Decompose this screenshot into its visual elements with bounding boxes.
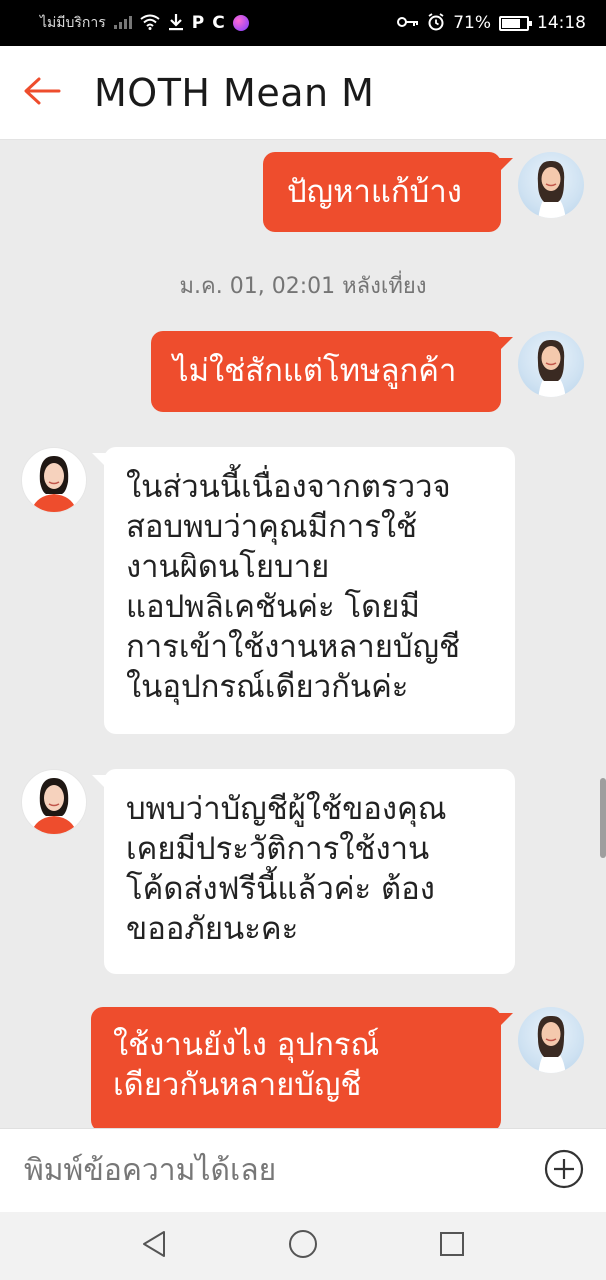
page-title: MOTH Mean M <box>94 70 375 115</box>
agent-avatar-image <box>31 456 77 512</box>
user-avatar-image <box>537 160 566 218</box>
message-text-line: ในอุปกรณ์เดียวกันค่ะ <box>126 669 409 705</box>
p-app-icon: P <box>191 12 205 33</box>
message-text-line: ปัญหาแก้บ้าง <box>287 174 462 210</box>
nav-recents-button[interactable] <box>422 1216 482 1276</box>
message-text-line: โค้ดส่งฟรีนี้แล้วค่ะ ต้อง <box>126 871 435 907</box>
message-text-line: ไม่ใช่สักแต่โทษลูกค้า <box>173 353 457 389</box>
agent-avatar-image <box>31 778 77 834</box>
back-button[interactable] <box>0 46 84 140</box>
message-text-line: ในส่วนนี้เนื่องจากตรววจ <box>126 469 451 505</box>
status-left: ไม่มีบริการ P C <box>40 12 249 34</box>
agent-avatar[interactable] <box>21 447 87 513</box>
user-avatar-image <box>537 1015 566 1073</box>
message-input[interactable] <box>22 1152 522 1189</box>
message-composer <box>0 1128 606 1212</box>
alarm-icon <box>427 12 445 34</box>
status-bar: ไม่มีบริการ P C 71% 14:18 <box>0 0 606 46</box>
message-text-line: เดียวกันหลายบัญชี <box>113 1067 362 1103</box>
battery-percent: 71% <box>453 13 491 33</box>
message-bubble-outgoing[interactable]: ปัญหาแก้บ้าง <box>263 152 513 232</box>
add-attachment-button[interactable] <box>522 1129 606 1213</box>
user-avatar[interactable] <box>518 331 584 397</box>
app-badge-icon <box>232 15 249 31</box>
nav-back-button[interactable] <box>124 1216 184 1276</box>
battery-icon <box>499 15 532 31</box>
user-avatar-image <box>537 339 566 397</box>
message-list[interactable]: ปัญหาแก้บ้าง ม.ค. 01, 02:01 หลังเที่ยง ไ… <box>0 140 606 1128</box>
battery-fill <box>502 18 521 28</box>
message-bubble-outgoing[interactable]: ใช้งานยังไง อุปกรณ์ เดียวกันหลายบัญชี <box>91 1007 513 1128</box>
plus-circle-icon <box>544 1149 584 1193</box>
message-text-line: ขออภัยนะคะ <box>126 911 299 947</box>
clock: 14:18 <box>537 13 586 33</box>
wifi-icon <box>140 14 160 33</box>
message-bubble-incoming[interactable]: บพบว่าบัญชีผู้ใช้ของคุณ เคยมีประวัติการใ… <box>92 769 515 974</box>
carrier-label: ไม่มีบริการ <box>40 15 106 31</box>
message-text-line: แอปพลิเคชันค่ะ โดยมี <box>126 589 420 625</box>
recents-square-icon <box>439 1231 465 1261</box>
key-icon <box>397 15 419 31</box>
message-text-line: สอบพบว่าคุณมีการใช้ <box>126 509 418 545</box>
scrollbar-thumb[interactable] <box>600 778 606 858</box>
chat-header: MOTH Mean M <box>0 46 606 140</box>
back-arrow-icon <box>23 76 61 110</box>
message-text-line: บพบว่าบัญชีผู้ใช้ของคุณ <box>126 791 447 827</box>
agent-avatar[interactable] <box>21 769 87 835</box>
chat-screen: ไม่มีบริการ P C 71% 14:18 MOTH Mean M ปั… <box>0 0 606 1280</box>
message-text-line: การเข้าใช้งานหลายบัญชี <box>126 629 461 665</box>
message-bubble-incoming[interactable]: ในส่วนนี้เนื่องจากตรววจ สอบพบว่าคุณมีการ… <box>92 447 515 734</box>
home-circle-icon <box>288 1229 318 1263</box>
download-icon <box>168 13 184 34</box>
message-bubble-outgoing[interactable]: ไม่ใช่สักแต่โทษลูกค้า <box>151 331 513 412</box>
message-text-line: ใช้งานยังไง อุปกรณ์ <box>113 1027 380 1063</box>
user-avatar[interactable] <box>518 1007 584 1073</box>
message-text-line: งานผิดนโยบาย <box>126 549 330 585</box>
nav-home-button[interactable] <box>273 1216 333 1276</box>
message-timestamp: ม.ค. 01, 02:01 หลังเที่ยง <box>179 274 427 299</box>
status-right: 71% 14:18 <box>397 12 586 34</box>
user-avatar[interactable] <box>518 152 584 218</box>
system-nav-bar <box>0 1212 606 1280</box>
no-signal-icon <box>113 15 132 32</box>
message-text-line: เคยมีประวัติการใช้งาน <box>126 831 430 867</box>
c-app-icon: C <box>212 12 225 33</box>
back-triangle-icon <box>141 1230 167 1262</box>
